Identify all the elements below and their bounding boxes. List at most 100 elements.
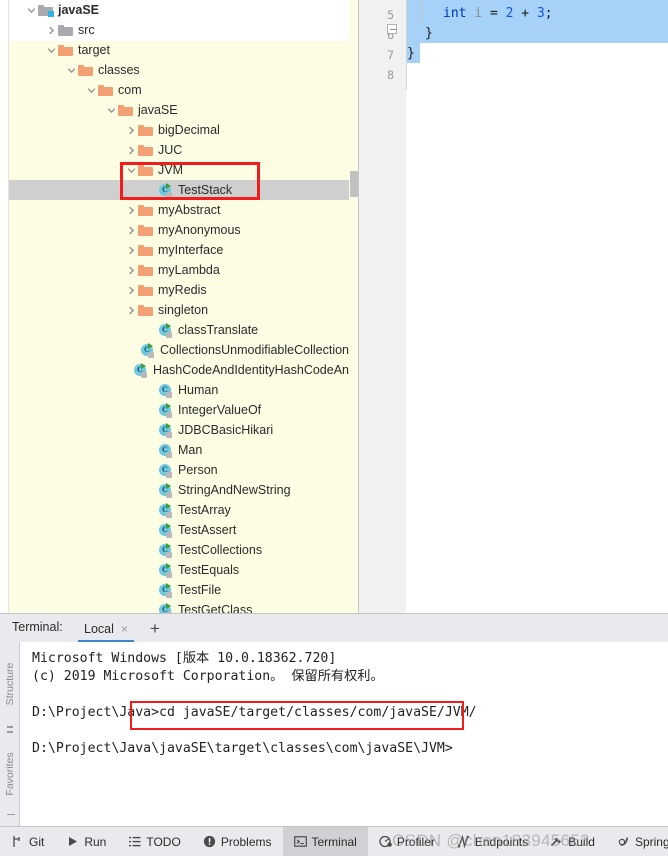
chevron-right-icon[interactable] (125, 306, 138, 315)
chevron-right-icon[interactable] (125, 266, 138, 275)
tree-node-label: myAbstract (158, 203, 221, 217)
tree-node-label: HashCodeAndIdentityHashCodeAn (153, 363, 349, 377)
tree-node-hashcodeandidentityhashcodean[interactable]: C HashCodeAndIdentityHashCodeAn (9, 360, 349, 380)
tree-node-bigdecimal[interactable]: bigDecimal (9, 120, 349, 140)
chevron-down-icon[interactable] (65, 66, 78, 75)
terminal-tab-label: Local (84, 622, 114, 636)
tree-node-jvm[interactable]: JVM (9, 160, 349, 180)
left-tool-strip[interactable]: Structure Favorites (0, 642, 20, 826)
tree-node-myredis[interactable]: myRedis (9, 280, 349, 300)
code-area[interactable]: int i = 2 + 3;}} (407, 0, 668, 613)
code-token: 3 (536, 6, 545, 21)
code-line: int i = 2 + 3; (443, 4, 553, 24)
terminal-output[interactable]: Microsoft Windows [版本 10.0.18362.720] (c)… (21, 642, 668, 826)
tree-node-testequals[interactable]: C TestEquals (9, 560, 349, 580)
chevron-right-icon[interactable] (125, 246, 138, 255)
chevron-right-icon[interactable] (45, 26, 58, 35)
chevron-right-icon[interactable] (125, 286, 138, 295)
status-bar-label: Git (29, 834, 45, 849)
tree-node-testcollections[interactable]: C TestCollections (9, 540, 349, 560)
tree-node-label: myAnonymous (158, 223, 241, 237)
tree-node-collectionsunmodifiablecollection[interactable]: C CollectionsUnmodifiableCollection (9, 340, 349, 360)
chevron-down-icon[interactable] (25, 6, 38, 15)
java-class-runnable-icon: C (158, 322, 174, 338)
project-tree-pane[interactable]: javaSE src target classes com javaSE bigDecima… (0, 0, 358, 613)
status-bar-run[interactable]: Run (55, 827, 117, 856)
tree-node-singleton[interactable]: singleton (9, 300, 349, 320)
tree-node-label: com (118, 83, 142, 97)
chevron-down-icon[interactable] (85, 86, 98, 95)
java-class-runnable-icon: C (158, 402, 174, 418)
tree-node-person[interactable]: C Person (9, 460, 349, 480)
tree-node-label: JDBCBasicHikari (178, 423, 274, 437)
tree-node-integervalueof[interactable]: C IntegerValueOf (9, 400, 349, 420)
tree-node-teststack[interactable]: C TestStack (9, 180, 349, 200)
java-class-runnable-icon: C (158, 562, 174, 578)
tree-node-classes[interactable]: classes (9, 60, 349, 80)
tree-node-label: TestFile (178, 583, 222, 597)
status-bar-label: Terminal (311, 834, 357, 849)
tree-node-testassert[interactable]: C TestAssert (9, 520, 349, 540)
tool-window-structure[interactable]: Structure (4, 653, 16, 715)
chevron-down-icon[interactable] (125, 166, 138, 175)
tree-scrollbar[interactable] (349, 0, 358, 613)
status-bar-build[interactable]: Build (539, 827, 606, 856)
tree-node-testarray[interactable]: C TestArray (9, 500, 349, 520)
tree-node-testfile[interactable]: C TestFile (9, 580, 349, 600)
tree-node-myanonymous[interactable]: myAnonymous (9, 220, 349, 240)
chevron-right-icon[interactable] (125, 126, 138, 135)
status-bar-endpoints[interactable]: Endpoints (446, 827, 539, 856)
chevron-down-icon[interactable] (45, 46, 58, 55)
status-bar-problems[interactable]: Problems (192, 827, 283, 856)
list-icon (128, 835, 141, 848)
status-bar-label: Problems (220, 834, 272, 849)
tree-node-target[interactable]: target (9, 40, 349, 60)
tree-node-human[interactable]: C Human (9, 380, 349, 400)
status-bar-profiler[interactable]: Profiler (368, 827, 446, 856)
tree-node-label: TestStack (178, 183, 233, 197)
editor-gutter[interactable]: 5678 (359, 0, 406, 613)
java-class-icon: C (158, 442, 174, 458)
terminal-panel[interactable]: Terminal: Local × + Structure Favorites … (0, 613, 668, 826)
tree-node-stringandnewstring[interactable]: C StringAndNewString (9, 480, 349, 500)
tree-node-com[interactable]: com (9, 80, 349, 100)
tree-scrollbar-thumb[interactable] (350, 171, 358, 197)
java-class-icon: C (158, 462, 174, 478)
tool-window-favorites[interactable]: Favorites (4, 743, 16, 805)
tree-node-juc[interactable]: JUC (9, 140, 349, 160)
tree-node-classtranslate[interactable]: CclassTranslate (9, 320, 349, 340)
chevron-right-icon[interactable] (125, 226, 138, 235)
status-bar-todo[interactable]: TODO (117, 827, 191, 856)
status-bar: Git Run TODO Problems Terminal Profiler Endpoi… (0, 826, 668, 856)
status-bar-git[interactable]: Git (0, 827, 55, 856)
status-bar-terminal[interactable]: Terminal (282, 826, 368, 856)
close-icon[interactable]: × (121, 622, 128, 636)
status-bar-spring[interactable]: Spring (606, 827, 668, 856)
folder-icon (58, 45, 73, 56)
tree-node-mylambda[interactable]: myLambda (9, 260, 349, 280)
chevron-right-icon[interactable] (125, 146, 138, 155)
code-line: } (407, 44, 415, 64)
tree-node-javase[interactable]: javaSE (9, 100, 349, 120)
tree-node-jdbcbasichikari[interactable]: C JDBCBasicHikari (9, 420, 349, 440)
tree-node-man[interactable]: C Man (9, 440, 349, 460)
tree-node-myinterface[interactable]: myInterface (9, 240, 349, 260)
add-terminal-tab-button[interactable]: + (150, 620, 160, 637)
java-class-runnable-icon: C (158, 602, 174, 613)
tree-node-javase[interactable]: javaSE (9, 0, 349, 20)
tree-node-src[interactable]: src (9, 20, 349, 40)
chevron-down-icon[interactable] (105, 106, 118, 115)
hammer-icon (550, 835, 563, 848)
chevron-right-icon[interactable] (125, 206, 138, 215)
folder-icon (138, 285, 153, 296)
terminal-title: Terminal: (12, 620, 63, 634)
tree-node-myabstract[interactable]: myAbstract (9, 200, 349, 220)
tree-node-testgetclass[interactable]: C TestGetClass (9, 600, 349, 613)
terminal-icon (293, 835, 307, 848)
folder-icon (118, 105, 133, 116)
code-fold-icon[interactable] (387, 24, 397, 34)
folder-icon (138, 305, 153, 316)
tree-node-label: src (78, 23, 95, 37)
terminal-tab-local[interactable]: Local × (78, 618, 134, 643)
code-editor[interactable]: 5678 int i = 2 + 3;}} (358, 0, 668, 613)
